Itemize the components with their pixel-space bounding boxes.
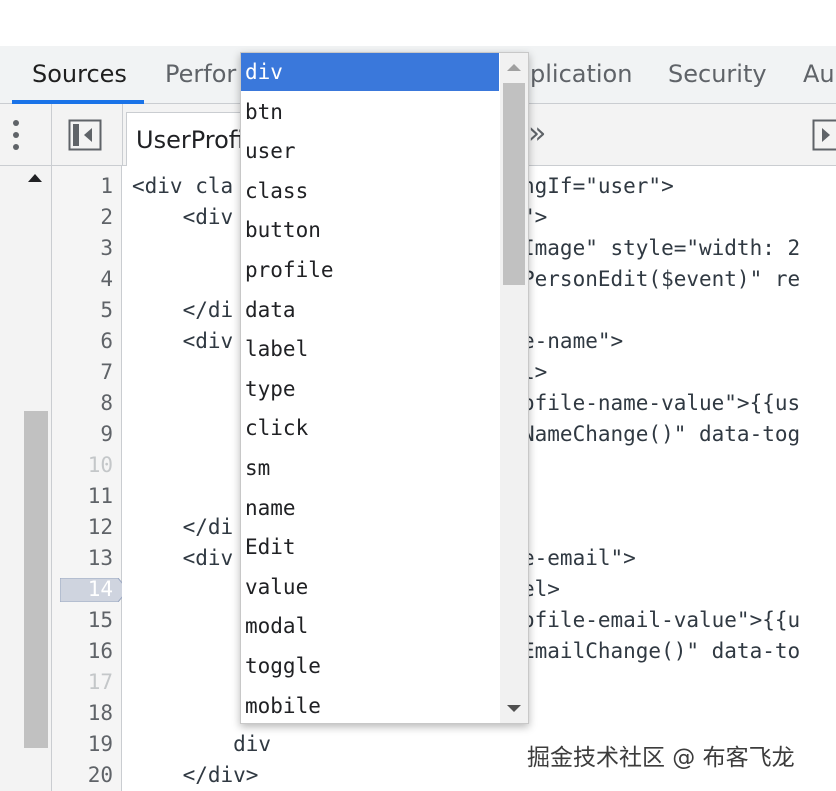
autocomplete-item[interactable]: toggle xyxy=(241,647,499,685)
left-scrollbar[interactable] xyxy=(0,166,52,791)
autocomplete-item[interactable]: name xyxy=(241,489,499,527)
code-line-right: PersonEdit($event)" re xyxy=(522,267,801,291)
line-number[interactable]: 18 xyxy=(53,701,113,725)
scroll-up-icon[interactable] xyxy=(507,64,521,71)
code-line-right: EmailChange()" data-to xyxy=(522,639,801,663)
line-number[interactable]: 20 xyxy=(53,763,113,787)
code-line-left: <div cla xyxy=(132,174,234,198)
autocomplete-item[interactable]: type xyxy=(241,370,499,408)
line-number[interactable]: 8 xyxy=(53,391,113,415)
line-number[interactable]: 3 xyxy=(53,236,113,260)
top-blank-area xyxy=(0,0,836,46)
line-number[interactable]: 19 xyxy=(53,732,113,756)
popup-scrollbar-thumb[interactable] xyxy=(503,83,525,285)
code-line-left: <div xyxy=(132,546,234,570)
code-line-right: NameChange()" data-tog xyxy=(522,422,801,446)
kebab-menu-icon[interactable] xyxy=(6,118,26,152)
watermark: 掘金技术社区 @ 布客飞龙 xyxy=(527,745,795,771)
line-number-gutter[interactable]: 1 2 3 4 5 6 7 8 9 10 11 12 13 14 15 16 17 18 19 20 xyxy=(52,166,128,791)
line-number[interactable]: 4 xyxy=(53,267,113,291)
code-line-right: Image" style="width: 2 xyxy=(522,236,801,260)
toolbar-divider xyxy=(51,104,52,166)
line-number[interactable]: 6 xyxy=(53,329,113,353)
code-line-left: </div> xyxy=(132,763,259,787)
code-line-left: </di xyxy=(132,515,234,539)
line-number[interactable]: 14 xyxy=(53,577,113,601)
scroll-up-icon[interactable] xyxy=(28,174,42,182)
popup-scrollbar[interactable] xyxy=(500,53,528,723)
line-number[interactable]: 12 xyxy=(53,515,113,539)
autocomplete-item[interactable]: btn xyxy=(241,93,499,131)
code-line-right: e-name"> xyxy=(522,329,624,353)
code-line-left: </di xyxy=(132,298,234,322)
tab-performance[interactable]: Perfor xyxy=(165,46,236,104)
tab-application[interactable]: plication xyxy=(530,46,632,104)
autocomplete-item[interactable]: modal xyxy=(241,607,499,645)
autocomplete-item[interactable]: div xyxy=(241,53,499,91)
code-line-right: e-email"> xyxy=(522,546,636,570)
autocomplete-item[interactable]: button xyxy=(241,211,499,249)
autocomplete-popup: mobile toggle modal value Edit name sm click typ… xyxy=(240,52,529,724)
debugger-toggle-icon[interactable] xyxy=(812,119,836,151)
autocomplete-item[interactable]: data xyxy=(241,291,499,329)
line-number[interactable]: 5 xyxy=(53,298,113,322)
line-number[interactable]: 11 xyxy=(53,484,113,508)
code-line-right: ofile-email-value">{{u xyxy=(522,608,801,632)
double-chevron-right-icon[interactable]: » xyxy=(528,116,547,151)
autocomplete-item[interactable]: value xyxy=(241,568,499,606)
line-number[interactable]: 9 xyxy=(53,422,113,446)
line-number[interactable]: 1 xyxy=(53,174,113,198)
line-number[interactable]: 13 xyxy=(53,546,113,570)
scrollbar-thumb[interactable] xyxy=(24,411,48,748)
autocomplete-item[interactable]: class xyxy=(241,172,499,210)
autocomplete-item[interactable]: sm xyxy=(241,449,499,487)
navigator-toggle-icon[interactable] xyxy=(68,119,102,151)
tab-security[interactable]: Security xyxy=(668,46,767,104)
autocomplete-item[interactable]: label xyxy=(241,330,499,368)
autocomplete-item[interactable]: click xyxy=(241,409,499,447)
line-number[interactable]: 7 xyxy=(53,360,113,384)
file-tab-userprofile[interactable]: UserProfi xyxy=(126,112,256,166)
line-number[interactable]: 2 xyxy=(53,205,113,229)
line-number[interactable]: 10 xyxy=(53,453,113,477)
tab-sources[interactable]: Sources xyxy=(32,46,127,104)
line-number[interactable]: 15 xyxy=(53,608,113,632)
autocomplete-item[interactable]: Edit xyxy=(241,528,499,566)
code-line-left: <div xyxy=(132,205,234,229)
line-number[interactable]: 17 xyxy=(53,670,113,694)
code-line-left: <div xyxy=(132,329,234,353)
code-line-right: ofile-name-value">{{us xyxy=(522,391,801,415)
autocomplete-item[interactable]: user xyxy=(241,132,499,170)
autocomplete-item[interactable]: mobile xyxy=(241,687,499,723)
tab-audits[interactable]: Au xyxy=(803,46,835,104)
autocomplete-item[interactable]: profile xyxy=(241,251,499,289)
code-line-right: ngIf="user"> xyxy=(522,174,674,198)
code-line-left: div xyxy=(132,732,272,756)
toolbar-divider xyxy=(122,104,123,166)
scroll-down-icon[interactable] xyxy=(507,705,521,712)
line-number[interactable]: 16 xyxy=(53,639,113,663)
